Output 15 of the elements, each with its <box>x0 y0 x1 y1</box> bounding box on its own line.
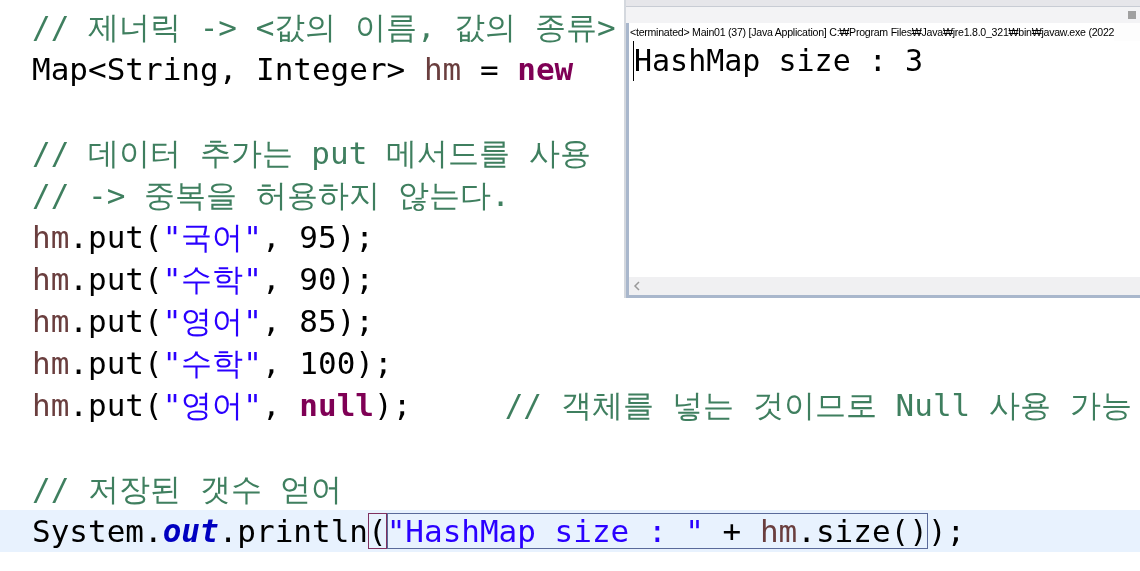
code-line: hm.put("영어", null); // 객체를 넣는 것이므로 Null 사용 가능 <box>32 387 1132 423</box>
scroll-left-icon[interactable] <box>633 281 640 291</box>
minimize-icon[interactable] <box>1128 11 1136 19</box>
code-line: Map<String, Integer> hm = new <box>32 51 574 87</box>
code-line: hm.put("수학", 100); <box>32 345 393 381</box>
code-line: hm.put("영어", 85); <box>32 303 374 339</box>
console-output: HashMap size : 3 <box>633 41 923 81</box>
code-line: hm.put("수학", 90); <box>32 261 374 297</box>
code-line: // -> 중복을 허용하지 않는다. <box>32 177 510 213</box>
code-line: hm.put("국어", 95); <box>32 219 374 255</box>
code-line: // 저장된 갯수 얻어 <box>32 471 343 507</box>
code-line: // 데이터 추가는 put 메서드를 사용 <box>32 135 591 171</box>
code-line: // 제너릭 -> <값의 이름, 값의 종류> <box>32 9 616 45</box>
horizontal-scrollbar[interactable] <box>629 277 1140 295</box>
code-line: System.out.println("HashMap size : " + hm.size()); <box>32 513 966 549</box>
